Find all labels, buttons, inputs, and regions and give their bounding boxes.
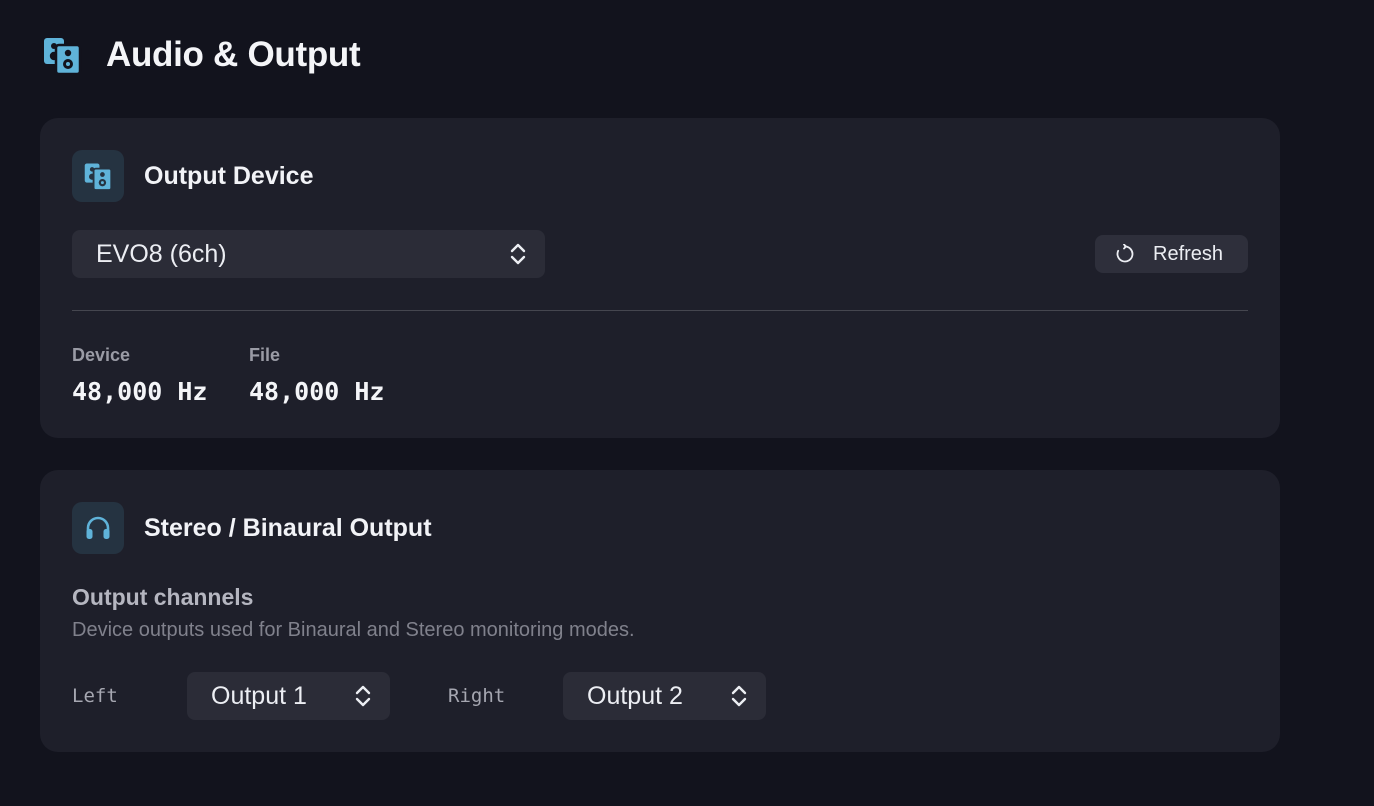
stereo-binaural-card: Stereo / Binaural Output Output channels… bbox=[40, 470, 1280, 752]
output-device-select[interactable]: EVO8 (6ch) bbox=[72, 230, 545, 278]
device-rate-label: Device bbox=[72, 345, 131, 365]
file-rate-value: 48,000 Hz bbox=[249, 377, 385, 406]
chevron-up-down-icon bbox=[510, 243, 526, 265]
file-sample-rate: File 48,000 Hz bbox=[249, 345, 384, 406]
refresh-button[interactable]: Refresh bbox=[1095, 235, 1248, 273]
right-channel-select[interactable]: Output 2 bbox=[563, 672, 766, 720]
stereo-binaural-header: Stereo / Binaural Output bbox=[72, 502, 432, 554]
device-rate-value: 48,000 Hz bbox=[72, 377, 208, 406]
output-channels-label: Output channels bbox=[72, 584, 254, 610]
output-device-icon-tile bbox=[72, 150, 124, 202]
speaker-icon bbox=[42, 35, 82, 75]
output-device-title: Output Device bbox=[144, 161, 314, 190]
stereo-icon-tile bbox=[72, 502, 124, 554]
divider bbox=[72, 310, 1248, 311]
output-device-select-value: EVO8 (6ch) bbox=[96, 239, 227, 268]
refresh-button-label: Refresh bbox=[1153, 242, 1224, 265]
stereo-binaural-title: Stereo / Binaural Output bbox=[144, 513, 432, 542]
right-channel-select-value: Output 2 bbox=[587, 681, 683, 710]
output-channels-description: Device outputs used for Binaural and Ste… bbox=[72, 619, 635, 641]
right-channel-label: Right bbox=[448, 685, 506, 707]
audio-output-settings: Audio & Output Output Device EVO8 (6ch) bbox=[0, 0, 1374, 806]
page-header: Audio & Output bbox=[42, 34, 361, 76]
device-sample-rate: Device 48,000 Hz bbox=[72, 345, 207, 406]
page-title: Audio & Output bbox=[106, 35, 361, 74]
chevron-up-down-icon bbox=[355, 685, 371, 707]
left-channel-select-value: Output 1 bbox=[211, 681, 307, 710]
speaker-icon bbox=[84, 163, 113, 190]
output-device-header: Output Device bbox=[72, 150, 313, 202]
output-device-card: Output Device EVO8 (6ch) Refresh Device … bbox=[40, 118, 1280, 438]
left-channel-label: Left bbox=[72, 685, 118, 707]
headphones-icon bbox=[86, 516, 110, 539]
refresh-icon bbox=[1115, 244, 1135, 264]
chevron-up-down-icon bbox=[731, 685, 747, 707]
file-rate-label: File bbox=[249, 345, 281, 365]
left-channel-select[interactable]: Output 1 bbox=[187, 672, 390, 720]
